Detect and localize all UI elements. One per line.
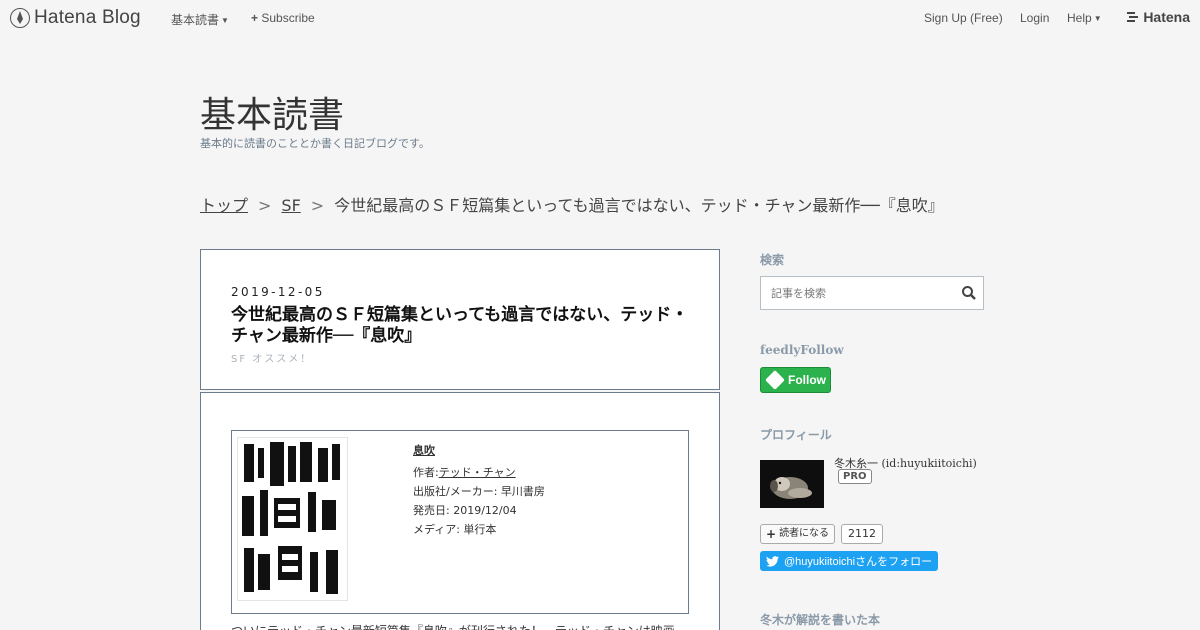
product-media: メディア: 単行本 [413,523,497,536]
subscribe-button[interactable]: + Subscribe [251,11,315,25]
entry-categories[interactable]: SF オススメ！ [231,350,312,365]
caret-down-icon: ▼ [221,16,229,25]
search-heading: 検索 [760,253,785,267]
login-link[interactable]: Login [1020,11,1049,25]
entry-title[interactable]: 今世紀最高のＳＦ短篇集といっても過言ではない、テッド・チャン最新作──『息吹』 [231,305,701,347]
hatena-blog-logo[interactable]: Hatena Blog [10,7,141,29]
twitter-bird-icon [766,555,779,567]
breadcrumb-top-link[interactable]: トップ [200,196,248,215]
breadcrumb-separator: > [258,196,272,215]
search-icon[interactable] [961,285,977,301]
plus-icon: + [766,527,777,541]
twitter-follow-button[interactable]: @huyukiitoichiさんをフォロー [760,551,938,571]
books-heading: 冬木が解説を書いた本 [760,613,881,627]
entry-body: 息吹 作者:テッド・チャン 出版社/メーカー: 早川書房 発売日: 2019/1… [200,392,720,630]
feedly-follow-button[interactable]: Follow [760,367,831,393]
product-info: 息吹 作者:テッド・チャン 出版社/メーカー: 早川書房 発売日: 2019/1… [413,441,545,539]
breadcrumb-current: 今世紀最高のＳＦ短篇集といっても過言ではない、テッド・チャン最新作──『息吹』 [334,196,944,215]
pro-badge: PRO [838,469,872,484]
breadcrumb-category-link[interactable]: SF [281,196,300,215]
avatar[interactable] [760,460,824,508]
caret-down-icon: ▼ [1093,14,1102,23]
search-input[interactable] [761,277,951,309]
subscribe-reader-button[interactable]: + 読者になる [760,524,836,544]
hatena-mark-icon [1127,12,1139,22]
reading-menu[interactable]: 基本読書 ▼ [171,11,229,28]
signup-link[interactable]: Sign Up (Free) [924,11,1003,25]
search-form [760,276,984,310]
entry-date[interactable]: 2019-12-05 [231,285,325,299]
product-title-link[interactable]: 息吹 [413,444,435,457]
breadcrumb-separator: > [310,196,325,215]
brand-name: Hatena Blog [34,7,141,28]
blog-description: 基本的に読書のこととか書く日記ブログです。 [200,137,430,150]
product-author: 作者:テッド・チャン [413,466,516,479]
profile-heading: プロフィール [760,428,832,442]
blog-title[interactable]: 基本読書 [200,86,344,138]
product-card: 息吹 作者:テッド・チャン 出版社/メーカー: 早川書房 発売日: 2019/1… [231,430,689,614]
product-release-date: 発売日: 2019/12/04 [413,504,517,517]
product-publisher: 出版社/メーカー: 早川書房 [413,485,545,498]
breadcrumb: トップ > SF > 今世紀最高のＳＦ短篇集といっても過言ではない、テッド・チャン最新作… [200,192,944,216]
pen-icon [10,8,30,28]
feedly-heading: feedlyFollow [760,343,844,357]
feedly-icon [765,370,785,390]
global-header: Hatena Blog 基本読書 ▼ + Subscribe Sign Up (F… [0,0,1200,36]
entry-body-text: ついにテッド・チャン最新短篇集『息吹』が刊行された！ テッド・チャンは映画 [231,622,701,630]
reader-count: 2112 [841,524,883,544]
plus-icon: + [251,11,259,25]
help-menu[interactable]: Help ▼ [1067,11,1102,25]
author-link[interactable]: テッド・チャン [439,466,516,479]
book-cover-image[interactable] [237,437,348,601]
hatena-logo[interactable]: Hatena [1126,9,1190,25]
entry-header: 2019-12-05 今世紀最高のＳＦ短篇集といっても過言ではない、テッド・チャ… [200,249,720,390]
